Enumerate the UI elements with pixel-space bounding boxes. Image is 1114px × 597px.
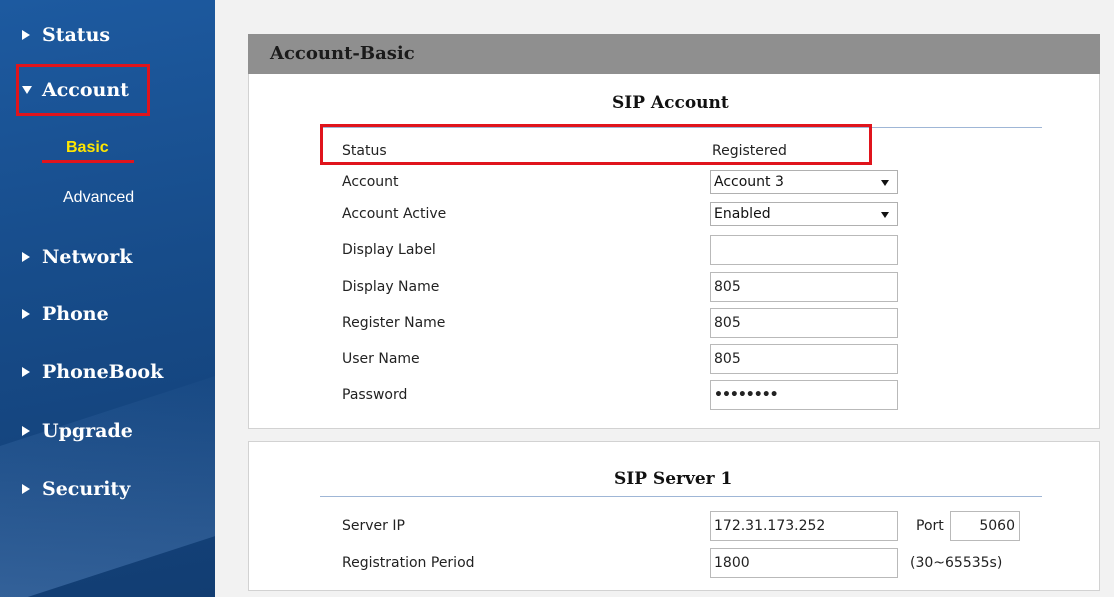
status-label: Status [342,143,387,159]
password-input[interactable]: •••••••• [710,380,898,410]
display-label-label: Display Label [342,242,436,258]
sidebar: Status Account Basic Advanced Network Ph… [0,0,215,597]
page-header: Account-Basic [248,34,1100,74]
sidebar-subitem-basic[interactable]: Basic [66,139,109,157]
register-name-input[interactable]: 805 [710,308,898,338]
sidebar-item-label: Security [42,478,131,500]
status-value: Registered [712,143,787,159]
sip-server-1-title: SIP Server 1 [614,469,733,489]
register-name-label: Register Name [342,315,446,331]
account-active-label: Account Active [342,206,447,222]
selected-underline [42,160,134,163]
sidebar-item-upgrade[interactable]: Upgrade [22,420,133,442]
sidebar-item-phone[interactable]: Phone [22,303,109,325]
sidebar-item-label: Network [42,246,133,268]
registration-period-label: Registration Period [342,555,475,571]
registration-period-input[interactable]: 1800 [710,548,898,578]
password-label: Password [342,387,408,403]
user-name-input[interactable]: 805 [710,344,898,374]
page-title: Account-Basic [270,43,415,64]
sidebar-item-label: Upgrade [42,420,133,442]
expand-arrow-icon [22,484,30,494]
account-label: Account [342,174,399,190]
expand-arrow-icon [22,252,30,262]
dropdown-arrow-icon [881,212,889,218]
status-highlight-box [320,124,872,165]
sidebar-subitem-advanced[interactable]: Advanced [63,189,134,207]
port-label: Port [916,518,944,534]
expand-arrow-icon [22,309,30,319]
dropdown-arrow-icon [881,180,889,186]
server-ip-input[interactable]: 172.31.173.252 [710,511,898,541]
port-input[interactable]: 5060 [950,511,1020,541]
server-ip-label: Server IP [342,518,405,534]
display-label-input[interactable] [710,235,898,265]
account-active-select-value: Enabled [714,206,771,222]
account-select-value: Account 3 [714,174,784,190]
section-divider [320,496,1042,497]
sidebar-decoration [0,355,215,597]
expand-arrow-icon [22,426,30,436]
display-name-label: Display Name [342,279,440,295]
account-active-select[interactable]: Enabled [710,202,898,226]
sidebar-item-network[interactable]: Network [22,246,132,268]
display-name-input[interactable]: 805 [710,272,898,302]
sidebar-item-account[interactable]: Account [22,79,129,101]
sidebar-item-label: Phone [42,303,109,325]
sidebar-item-label: Account [42,79,129,101]
user-name-label: User Name [342,351,420,367]
sidebar-item-status[interactable]: Status [22,24,110,46]
account-select[interactable]: Account 3 [710,170,898,194]
expand-arrow-icon [22,367,30,377]
sidebar-item-phonebook[interactable]: PhoneBook [22,361,163,383]
sip-account-title: SIP Account [612,93,729,113]
registration-period-hint: (30~65535s) [910,555,1003,571]
sidebar-item-label: PhoneBook [42,361,164,383]
sidebar-item-label: Status [42,24,111,46]
collapse-arrow-icon [22,86,32,94]
sidebar-item-security[interactable]: Security [22,478,130,500]
expand-arrow-icon [22,30,30,40]
